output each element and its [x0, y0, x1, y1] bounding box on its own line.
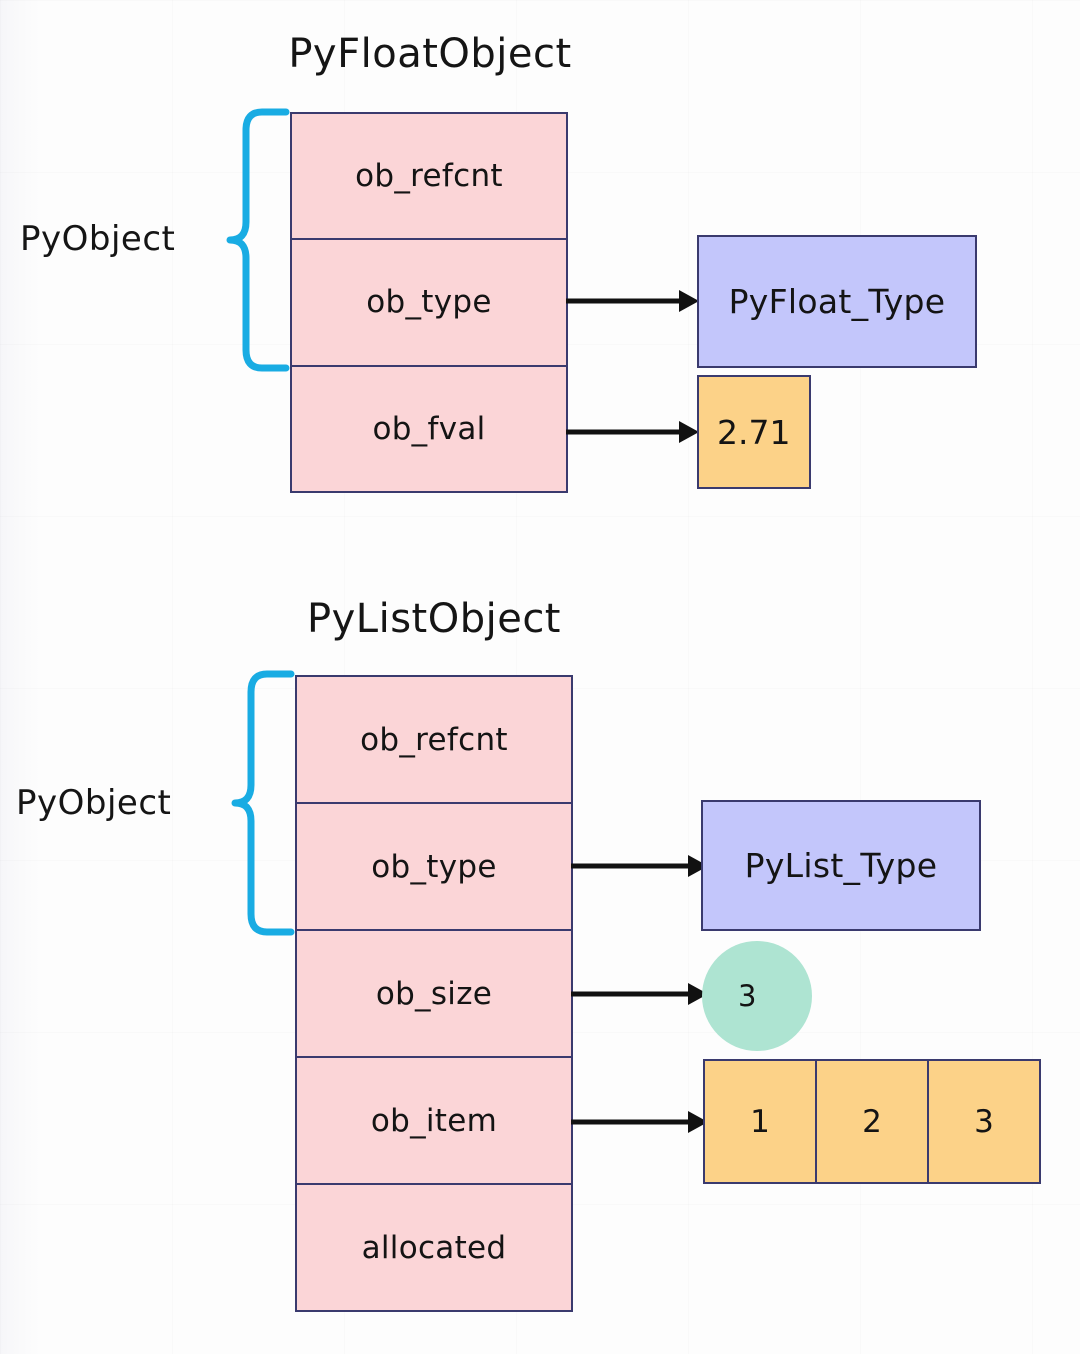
struct-field-allocated: allocated: [361, 1229, 507, 1266]
pyfloat-type-box: PyFloat_Type: [697, 235, 977, 368]
struct-field-ob-item: ob_item: [297, 1058, 571, 1185]
array-cell: 2: [817, 1061, 929, 1182]
array-cell: 1: [705, 1061, 817, 1182]
struct-field-ob-type: ob_type: [292, 240, 566, 367]
pylistobject-title: PyListObject: [307, 596, 561, 642]
pylist-type-box: PyList_Type: [701, 800, 981, 931]
arrow-ob-fval-to-value: [566, 421, 699, 443]
curly-brace-icon: [226, 108, 290, 372]
ob-item-array: 1 2 3: [703, 1059, 1041, 1184]
pyobject-group-label-list: PyObject: [16, 783, 172, 823]
struct-field-ob-type: ob_type: [297, 804, 571, 931]
pyobject-group-label-float: PyObject: [20, 219, 176, 259]
struct-field-ob-refcnt: ob_refcnt: [292, 114, 566, 241]
diagram-canvas: PyFloatObject PyObject ob_refcnt ob_type…: [0, 0, 1080, 1354]
struct-field-ob-refcnt: ob_refcnt: [297, 677, 571, 804]
arrow-ob-item-to-array: [571, 1111, 708, 1133]
arrow-ob-type-to-pyfloat-type: [566, 290, 699, 312]
ob-size-value-circle: 3: [702, 941, 812, 1051]
arrow-ob-type-to-pylist-type: [571, 855, 708, 877]
pyfloatobject-struct: ob_refcnt ob_type ob_fval: [290, 112, 568, 493]
pyfloatobject-title: PyFloatObject: [288, 31, 572, 77]
pylistobject-struct: ob_refcnt ob_type ob_size ob_item alloca…: [295, 675, 573, 1312]
array-cell: 3: [974, 1103, 994, 1140]
curly-brace-icon: [231, 670, 295, 936]
struct-field-ob-size: ob_size: [297, 931, 571, 1058]
arrow-ob-size-to-count: [571, 983, 708, 1005]
float-value-box: 2.71: [697, 375, 811, 489]
struct-field-ob-fval: ob_fval: [372, 410, 486, 447]
